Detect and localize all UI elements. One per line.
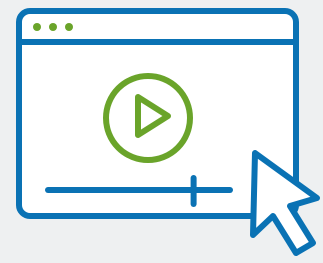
window-dot	[33, 23, 41, 31]
window-dots	[33, 23, 73, 31]
video-player-illustration	[16, 8, 320, 256]
window-dot	[49, 23, 57, 31]
window-dot	[65, 23, 73, 31]
